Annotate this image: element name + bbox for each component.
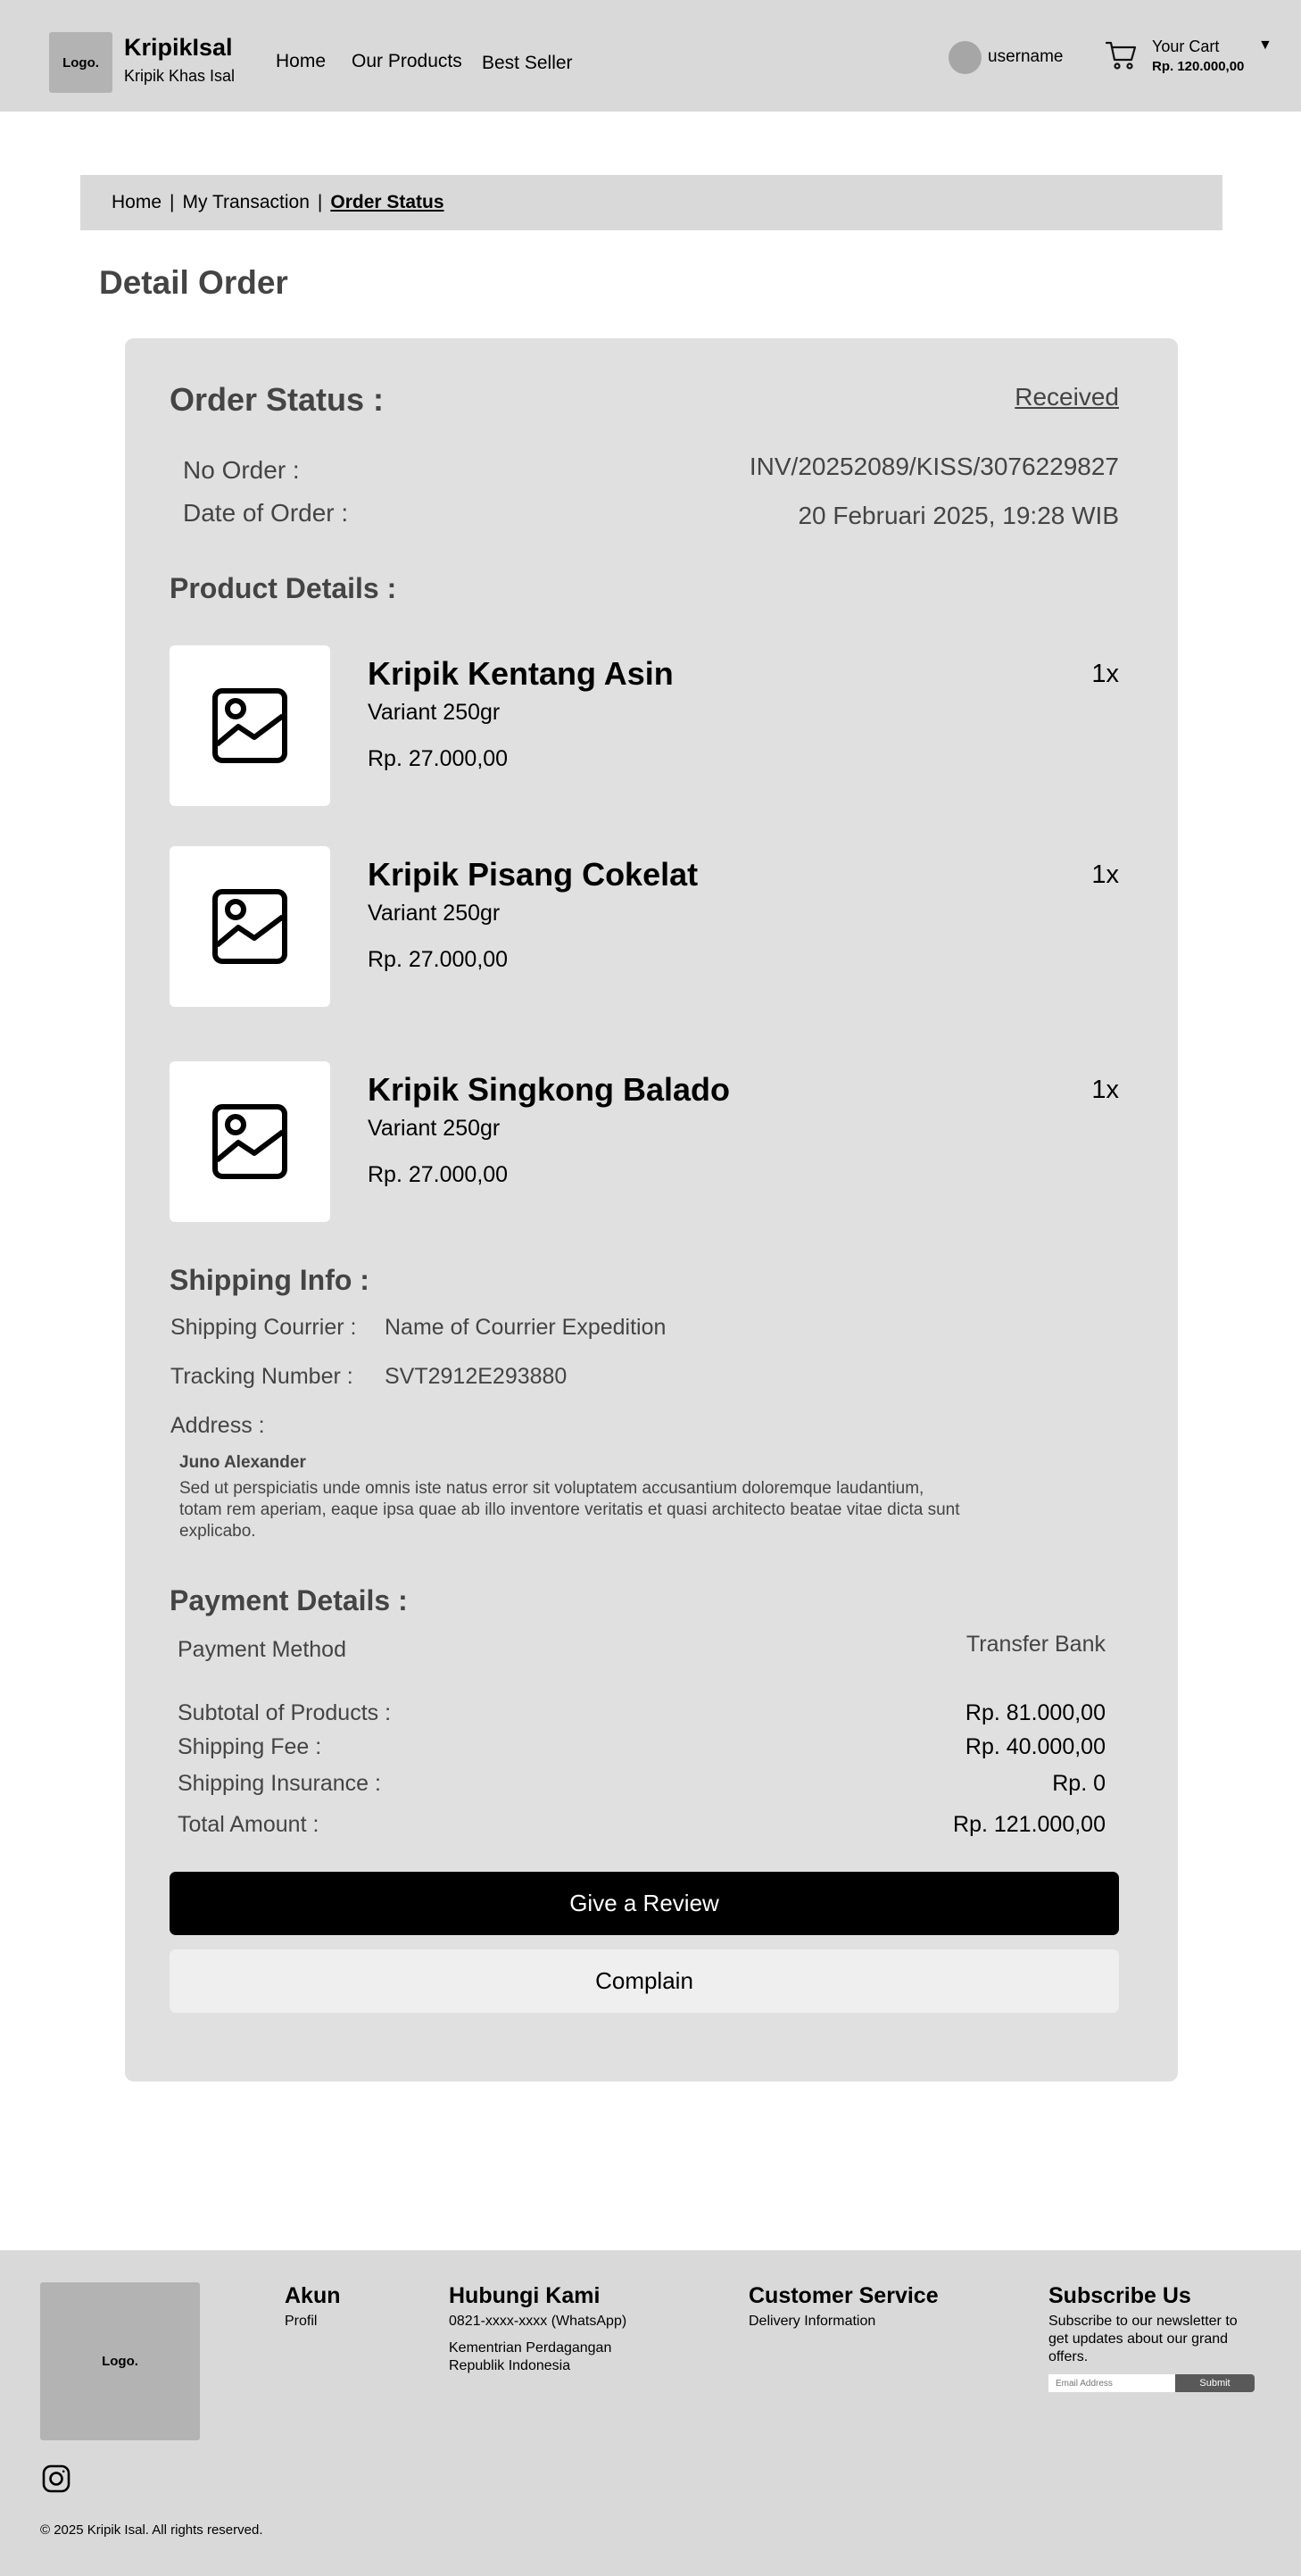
address-line: explicabo. [179,1522,256,1541]
product-variant: Variant 250gr [368,1116,501,1141]
payment-method-value: Transfer Bank [965,1632,1106,1657]
submit-button[interactable]: Submit [1175,2374,1255,2392]
instagram-icon[interactable] [42,2464,70,2493]
product-name[interactable]: Kripik Kentang Asin [368,655,674,693]
product-quantity: 1x [1091,660,1119,688]
breadcrumb-home[interactable]: Home [112,192,162,213]
breadcrumb-separator: | [317,192,323,212]
footer-cs-title: Customer Service [749,2283,939,2308]
courier-value: Name of Courrier Expedition [385,1315,667,1340]
image-placeholder-icon [212,889,287,964]
product-quantity: 1x [1091,860,1119,889]
footer: Logo. Akun Profil Hubungi Kami 0821-xxxx… [0,2250,1301,2576]
payment-method-label: Payment Method [178,1637,346,1662]
page-title: Detail Order [99,264,288,301]
product-price: Rp. 27.000,00 [368,947,509,972]
breadcrumb-separator: | [170,192,175,212]
nav-our-products[interactable]: Our Products [352,51,462,72]
footer-contact-phone[interactable]: 0821-xxxx-xxxx (WhatsApp) [449,2313,626,2331]
product-variant: Variant 250gr [368,901,501,926]
tracking-number[interactable]: SVT2912E293880 [385,1364,567,1390]
product-quantity: 1x [1091,1076,1119,1104]
order-number-value: INV/20252089/KISS/3076229827 [749,453,1119,480]
order-number-label: No Order : [183,456,300,484]
image-placeholder-icon [212,1104,287,1179]
product-price: Rp. 27.000,00 [368,746,509,771]
tracking-label: Tracking Number : [170,1364,353,1389]
footer-subscribe-text: offers. [1048,2349,1089,2364]
email-field[interactable] [1048,2374,1175,2392]
product-image[interactable] [170,645,330,806]
header-logo[interactable]: Logo. [49,32,112,93]
breadcrumb: Home | My Transaction | Order Status [80,175,1222,230]
subtotal-label: Subtotal of Products : [178,1700,392,1725]
breadcrumb-my-transaction[interactable]: My Transaction [183,192,310,213]
footer-logo[interactable]: Logo. [40,2282,200,2440]
product-name[interactable]: Kripik Pisang Cokelat [368,856,698,893]
recipient-name: Juno Alexander [179,1453,306,1472]
address-line: Sed ut perspiciatis unde omnis iste natu… [179,1479,924,1498]
brand-tagline: Kripik Khas Isal [124,67,236,85]
courier-label: Shipping Courrier : [170,1315,357,1340]
product-details-title: Product Details : [170,572,397,604]
footer-subscribe-text: Subscribe to our newsletter to [1048,2314,1238,2329]
total-amount-label: Total Amount : [178,1812,319,1837]
nav-home[interactable]: Home [276,51,326,72]
payment-details-title: Payment Details : [170,1584,408,1616]
avatar[interactable] [949,41,982,74]
footer-link-profil[interactable]: Profil [285,2313,317,2331]
address-line: totam rem aperiam, eaque ipsa quae ab il… [179,1500,960,1519]
give-review-button[interactable]: Give a Review [170,1872,1119,1935]
footer-subscribe-text: get updates about our grand [1048,2331,1229,2347]
shipping-fee-label: Shipping Fee : [178,1734,322,1759]
product-variant: Variant 250gr [368,700,501,725]
footer-akun-title: Akun [285,2283,341,2308]
footer-subscribe-title: Subscribe Us [1048,2283,1191,2308]
total-amount-value: Rp. 121.000,00 [953,1812,1106,1837]
brand-name[interactable]: KripikIsal [124,34,233,62]
cart-label[interactable]: Your Cart [1152,37,1219,56]
order-date-label: Date of Order : [183,499,349,527]
complain-button[interactable]: Complain [170,1949,1119,2013]
logo-text: Logo. [102,2354,138,2369]
footer-contact-title: Hubungi Kami [449,2283,601,2308]
shipping-insurance-label: Shipping Insurance : [178,1771,381,1796]
order-status-value[interactable]: Received [1015,383,1119,411]
logo-text: Logo. [62,54,99,71]
product-price: Rp. 27.000,00 [368,1162,509,1187]
order-date-value: 20 Februari 2025, 19:28 WIB [798,502,1119,529]
footer-link-delivery[interactable]: Delivery Information [749,2313,875,2331]
product-name[interactable]: Kripik Singkong Balado [368,1071,730,1109]
header: Logo. KripikIsal Kripik Khas Isal Home O… [0,0,1301,112]
cart-icon[interactable] [1104,37,1139,73]
cart-total: Rp. 120.000,00 [1152,59,1245,74]
image-placeholder-icon [212,688,287,763]
footer-contact-org: Kementrian Perdagangan [449,2340,612,2356]
product-image[interactable] [170,1061,330,1222]
shipping-fee-value: Rp. 40.000,00 [965,1734,1106,1759]
footer-contact-org: Republik Indonesia [449,2358,571,2373]
shipping-info-title: Shipping Info : [170,1264,369,1296]
breadcrumb-order-status[interactable]: Order Status [330,192,443,213]
chevron-down-icon[interactable]: ▼ [1258,37,1272,54]
copyright: © 2025 Kripik Isal. All rights reserved. [40,2522,263,2538]
order-detail-card: Order Status : Received No Order : INV/2… [125,338,1178,2082]
order-status-title: Order Status : [170,381,385,418]
username[interactable]: username [988,47,1064,67]
address-label: Address : [170,1413,265,1438]
nav-best-seller[interactable]: Best Seller [482,53,573,74]
product-image[interactable] [170,846,330,1007]
subtotal-value: Rp. 81.000,00 [965,1700,1106,1725]
shipping-insurance-value: Rp. 0 [1052,1771,1106,1796]
